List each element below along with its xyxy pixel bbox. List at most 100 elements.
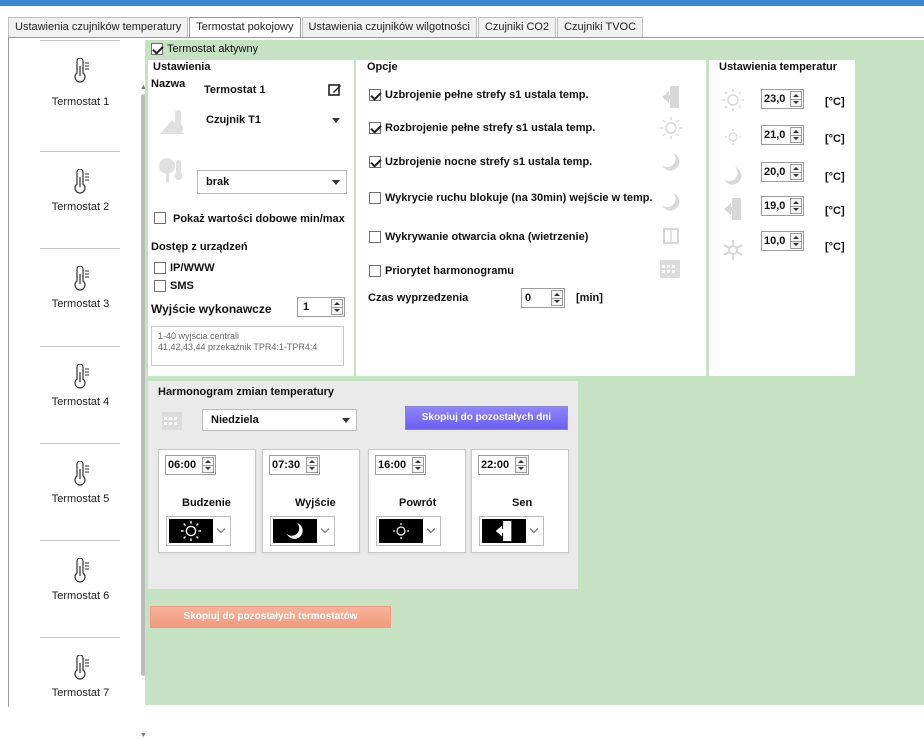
time-stepper[interactable]: 06:00 [165,455,216,475]
option-checkbox-2[interactable] [369,122,381,134]
temp-stepper-3[interactable]: 20,0 [761,162,804,182]
thermometer-icon [74,169,89,194]
schedule-legend: Harmonogram zmian temperatury [156,386,337,398]
tab-tvoc-sensors[interactable]: Czujniki TVOC [557,17,644,37]
option-checkbox-4[interactable] [369,192,381,204]
copy-to-other-days-button[interactable]: Skopiuj do pozostałych dni [405,406,568,430]
scroll-down-arrow-icon[interactable]: ▼ [139,732,148,740]
second-sensor-value: brak [206,176,230,188]
ipwww-label: IP/WWW [170,262,215,274]
option-checkbox-3[interactable] [369,156,381,168]
tab-humidity-sensors[interactable]: Ustawienia czujników wilgotności [301,17,477,37]
thermostat-item-4[interactable]: Termostat 4 [32,346,129,442]
thermostat-item-2[interactable]: Termostat 2 [32,151,129,247]
settings-legend: Ustawienia [151,61,213,73]
small-sun-icon [725,129,741,145]
time-value: 06:00 [168,459,197,471]
temp-unit-5: [°C] [825,241,845,253]
card-label: Sen [512,497,533,509]
time-value: 22:00 [481,459,510,471]
chevron-down-icon [529,524,539,534]
thermometer-icon [74,58,89,83]
window-icon [663,228,679,244]
output-value: 1 [303,301,310,313]
day-value: Niedziela [211,414,259,426]
advance-time-label: Czas wyprzedzenia [368,292,469,304]
tab-co2-sensors[interactable]: Czujniki CO2 [477,17,557,37]
tab-room-thermostat[interactable]: Termostat pokojowy [189,17,301,38]
option-label-4: Wykrycie ruchu blokuje (na 30min) wejści… [385,192,653,204]
option-checkbox-5[interactable] [369,231,381,243]
sun-icon [660,117,682,139]
door-exit-icon [662,86,679,108]
thermostat-item-7[interactable]: Termostat 7 [32,637,129,733]
card-label: Budzenie [182,497,231,509]
advance-time-unit: [min] [576,292,603,304]
temperatures-legend: Ustawienia temperatur [717,61,839,73]
thermometer-icon [74,364,89,389]
access-label: Dostęp z urządzeń [151,241,248,253]
ipwww-checkbox[interactable] [154,262,166,274]
calendar-icon [162,412,182,430]
thermostat-item-5[interactable]: Termostat 5 [32,443,129,539]
show-daily-checkbox[interactable] [154,212,166,224]
name-label: Nazwa [151,78,186,90]
output-stepper[interactable]: 1 [297,297,345,317]
option-label-6: Priorytet harmonogramu [385,265,514,277]
moon-icon [662,153,680,171]
time-value: 16:00 [378,459,407,471]
second-sensor-select[interactable]: brak [197,170,347,194]
snowflake-icon [723,240,743,260]
thermostat-item-3[interactable]: Termostat 3 [32,248,129,344]
temp-stepper-5[interactable]: 10,0 [761,231,804,251]
temp-stepper-2[interactable]: 21,0 [761,125,804,145]
temp-unit-3: [°C] [825,171,845,183]
hint-line-1: 1-40 wyjścia centrali [158,331,240,341]
tab-temperature-sensors[interactable]: Ustawienia czujników temperatury [8,17,189,37]
time-stepper[interactable]: 16:00 [375,455,426,475]
thermostat-active-label: Termostat aktywny [167,43,259,55]
calendar-icon [660,260,680,278]
temp-value-1: 23,0 [764,93,786,105]
copy-to-other-thermostats-button[interactable]: Skopiuj do pozostałych termostatów [150,606,391,628]
name-value: Termostat 1 [204,84,266,96]
moon-icon [662,193,680,211]
schedule-card-2: 07:30 Wyjście [262,449,360,553]
temp-stepper-1[interactable]: 23,0 [761,89,804,109]
option-label-5: Wykrywanie otwarcia okna (wietrzenie) [385,231,589,243]
temp-stepper-4[interactable]: 19,0 [761,196,804,216]
sensor-select[interactable]: Czujnik T1 [197,108,347,132]
name-field[interactable]: Termostat 1 [197,78,347,102]
thermometer-icon [74,558,89,583]
card-label: Wyjście [295,497,336,509]
sun-icon [722,89,744,111]
thermostat-label: Termostat 2 [51,201,110,213]
icon-select[interactable] [376,516,441,546]
temp-value-5: 10,0 [764,235,786,247]
thermostat-item-6[interactable]: Termostat 6 [32,540,129,636]
time-stepper[interactable]: 07:30 [269,455,320,475]
temp-value-2: 21,0 [764,129,786,141]
chevron-down-icon [342,418,350,423]
icon-select[interactable] [479,516,544,546]
icon-select[interactable] [166,516,231,546]
thermostat-active-checkbox[interactable] [151,43,163,55]
advance-time-stepper[interactable]: 0 [521,288,565,308]
temperature-settings-panel: Ustawienia temperatur 23,0 [°C] 21,0 [°C… [709,60,855,376]
thermostat-label: Termostat 3 [51,298,110,310]
sms-checkbox[interactable] [154,280,166,292]
small-sun-icon [393,523,409,539]
option-checkbox-6[interactable] [369,265,381,277]
icon-select[interactable] [270,516,335,546]
sensor-temperature-icon [160,110,184,134]
thermometer-icon [74,266,89,291]
door-exit-icon [724,198,741,220]
thermometer-icon [74,655,89,680]
chevron-down-icon [426,524,436,534]
day-select[interactable]: Niedziela [202,409,357,431]
options-legend: Opcje [365,61,400,73]
option-checkbox-1[interactable] [369,89,381,101]
edit-icon[interactable] [328,83,342,97]
thermostat-item-1[interactable]: Termostat 1 [32,40,129,136]
time-stepper[interactable]: 22:00 [478,455,529,475]
